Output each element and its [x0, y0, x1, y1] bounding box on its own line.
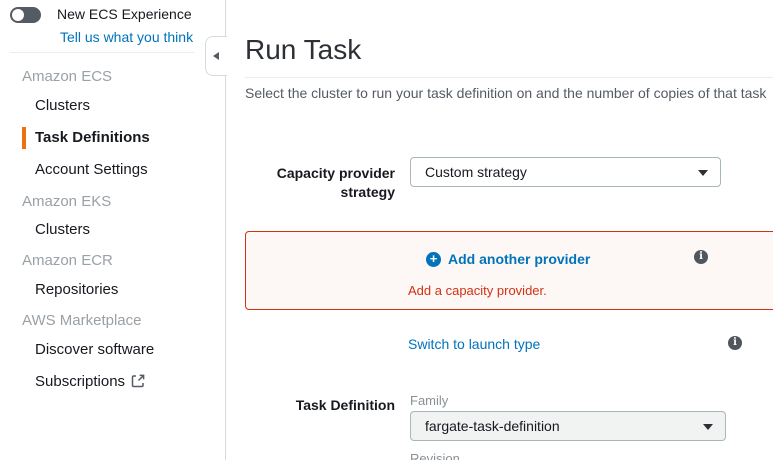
sidebar-item-task-definitions[interactable]: Task Definitions	[35, 129, 150, 146]
collapse-sidebar-button[interactable]	[205, 36, 227, 76]
add-another-provider-button[interactable]: + Add another provider	[426, 251, 590, 267]
page-title: Run Task	[245, 34, 361, 66]
new-ecs-experience-toggle[interactable]	[10, 7, 41, 23]
sidebar-item-eks-clusters[interactable]: Clusters	[35, 221, 90, 238]
sidebar-item-subscriptions[interactable]: Subscriptions	[35, 373, 145, 392]
section-header-amazon-eks: Amazon EKS	[22, 193, 111, 210]
capacity-provider-error-panel: + Add another provider i Add a capacity …	[245, 231, 773, 310]
select-value: fargate-task-definition	[425, 418, 560, 434]
caret-down-icon	[698, 170, 708, 176]
main-panel: Run Task Select the cluster to run your …	[226, 0, 773, 460]
section-header-aws-marketplace: AWS Marketplace	[22, 312, 141, 329]
page-description: Select the cluster to run your task defi…	[245, 85, 773, 101]
sidebar-divider	[10, 52, 194, 53]
select-value: Custom strategy	[425, 164, 527, 180]
sidebar-item-account-settings[interactable]: Account Settings	[35, 161, 148, 178]
sidebar-item-discover-software[interactable]: Discover software	[35, 341, 154, 358]
active-item-indicator	[22, 127, 26, 149]
capacity-provider-error-message: Add a capacity provider.	[408, 283, 547, 298]
sidebar-item-ecs-clusters[interactable]: Clusters	[35, 97, 90, 114]
plus-icon: +	[426, 252, 441, 267]
switch-to-launch-type-link[interactable]: Switch to launch type	[408, 336, 540, 352]
toggle-knob	[12, 9, 24, 21]
info-icon[interactable]: i	[728, 336, 742, 350]
collapse-arrow-icon	[213, 52, 219, 60]
section-header-amazon-ecr: Amazon ECR	[22, 252, 113, 269]
external-link-icon	[131, 374, 145, 392]
feedback-link[interactable]: Tell us what you think	[60, 29, 193, 45]
sidebar: New ECS Experience Tell us what you thin…	[0, 0, 226, 460]
info-icon[interactable]: i	[694, 250, 708, 264]
new-ecs-experience-label: New ECS Experience	[57, 6, 192, 22]
section-header-amazon-ecs: Amazon ECS	[22, 68, 112, 85]
sidebar-item-label: Subscriptions	[35, 373, 125, 390]
capacity-provider-strategy-select[interactable]: Custom strategy	[410, 157, 721, 187]
task-definition-family-select[interactable]: fargate-task-definition	[410, 411, 726, 441]
capacity-provider-strategy-label: Capacity provider strategy	[245, 164, 395, 202]
add-another-provider-label: Add another provider	[448, 251, 590, 267]
revision-label: Revision	[410, 451, 460, 460]
title-divider	[245, 77, 773, 78]
caret-down-icon	[703, 424, 713, 430]
task-definition-label: Task Definition	[245, 396, 395, 415]
family-label: Family	[410, 393, 448, 408]
sidebar-item-repositories[interactable]: Repositories	[35, 281, 118, 298]
